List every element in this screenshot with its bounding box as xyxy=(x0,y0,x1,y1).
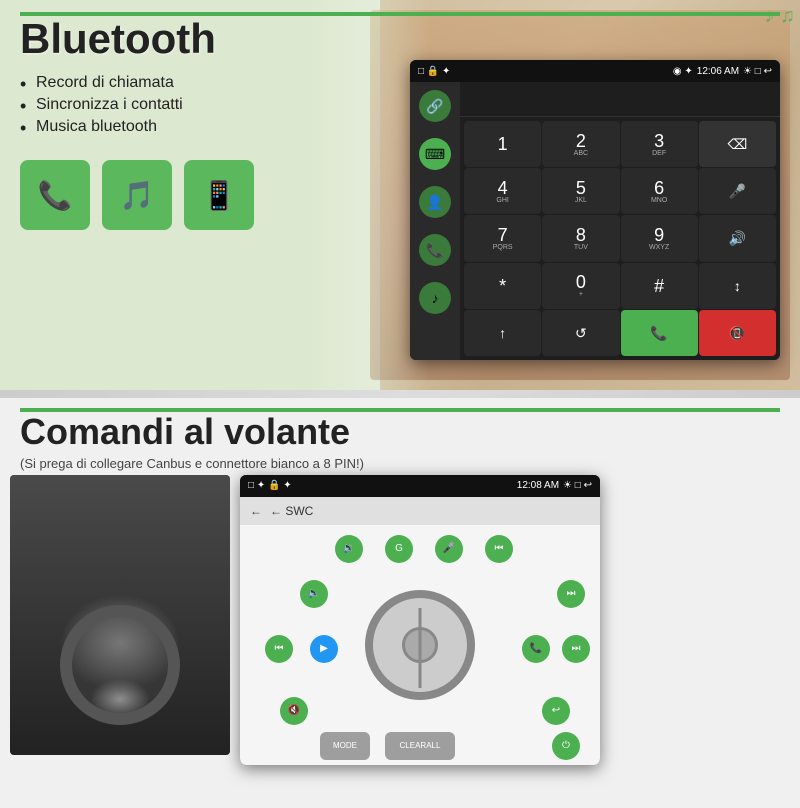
key-del[interactable]: ⌫ xyxy=(699,121,776,167)
status-right-2: 12:08 AM ☀ □ ↩ xyxy=(517,480,592,491)
bt-icon-music[interactable]: 🎵 xyxy=(102,160,172,230)
key-5[interactable]: 5JKL xyxy=(542,168,619,214)
status-icons-right-2: ☀ □ ↩ xyxy=(563,480,592,491)
phone-screen-dialer: □ 🔒 ✦ ◉ ✦ 12:06 AM ☀ □ ↩ 🔗 ⌨ 👤 📞 ♪ 1 2AB… xyxy=(410,60,780,360)
volante-content: □ ✦ 🔒 ✦ 12:08 AM ☀ □ ↩ ← ← SWC 🔉 G xyxy=(0,475,800,765)
sidebar-dialpad[interactable]: ⌨ xyxy=(419,138,451,170)
key-2[interactable]: 2ABC xyxy=(542,121,619,167)
sidebar-contacts[interactable]: 👤 xyxy=(419,186,451,218)
ctrl-next-skip[interactable]: ⏭ xyxy=(557,580,585,608)
swc-content: 🔉 G 🎤 ⏮ 🔈 ⏭ ⏮ ▶ 📞 ⏭ 🔇 ↩ MODE CLEARALL ⏻ xyxy=(240,525,600,765)
key-hash[interactable]: # xyxy=(621,263,698,309)
key-6[interactable]: 6MNO xyxy=(621,168,698,214)
key-3[interactable]: 3DEF xyxy=(621,121,698,167)
key-end-call[interactable]: 📵 xyxy=(699,310,776,356)
dialer-container: 🔗 ⌨ 👤 📞 ♪ 1 2ABC 3DEF ⌫ 4GHI 5JKL 6MNO 🎤… xyxy=(410,82,780,360)
status-time: 12:06 AM xyxy=(697,66,739,77)
key-4[interactable]: 4GHI xyxy=(464,168,541,214)
status-left-2: □ ✦ 🔒 ✦ xyxy=(248,480,292,491)
status-icons-left: □ 🔒 ✦ xyxy=(418,66,450,77)
ctrl-mute[interactable]: 🔇 xyxy=(280,697,308,725)
key-0[interactable]: 0+ xyxy=(542,263,619,309)
ctrl-mode[interactable]: MODE xyxy=(320,732,370,760)
status-icons-right: ☀ □ ↩ xyxy=(743,66,772,77)
status-location: ◉ ✦ xyxy=(673,66,693,77)
ctrl-prev[interactable]: ⏮ xyxy=(485,535,513,563)
volante-title: Comandi al volante xyxy=(20,412,780,452)
ctrl-rewind[interactable]: ⏮ xyxy=(265,635,293,663)
steering-wheel-photo xyxy=(10,475,230,755)
key-1[interactable]: 1 xyxy=(464,121,541,167)
wheel-overlay xyxy=(60,605,180,725)
key-7[interactable]: 7PQRS xyxy=(464,215,541,261)
sidebar-transfer[interactable]: 📞 xyxy=(419,234,451,266)
swc-label: ← SWC xyxy=(270,504,313,518)
ctrl-return[interactable]: ↩ xyxy=(542,697,570,725)
key-call[interactable]: 📞 xyxy=(621,310,698,356)
status-bar-bottom: □ ✦ 🔒 ✦ 12:08 AM ☀ □ ↩ xyxy=(240,475,600,497)
phone-screen-swc: □ ✦ 🔒 ✦ 12:08 AM ☀ □ ↩ ← ← SWC 🔉 G xyxy=(240,475,600,765)
dialer-display xyxy=(460,82,780,117)
volante-header: Comandi al volante xyxy=(0,398,800,452)
status-right: ◉ ✦ 12:06 AM ☀ □ ↩ xyxy=(673,66,772,77)
music-notes-decoration: ♪ ♫ xyxy=(764,5,795,28)
status-left: □ 🔒 ✦ xyxy=(418,66,450,77)
bluetooth-header: Bluetooth xyxy=(0,0,800,62)
ctrl-gps[interactable]: G xyxy=(385,535,413,563)
key-vol[interactable]: 🔊 xyxy=(699,215,776,261)
bt-icon-contact[interactable]: 📱 xyxy=(184,160,254,230)
key-mic[interactable]: 🎤 xyxy=(699,168,776,214)
dialer-sidebar: 🔗 ⌨ 👤 📞 ♪ xyxy=(410,82,460,360)
ctrl-vol-down[interactable]: 🔈 xyxy=(300,580,328,608)
ctrl-clearall[interactable]: CLEARALL xyxy=(385,732,455,760)
bluetooth-title: Bluetooth xyxy=(20,16,780,62)
swc-body: 🔉 G 🎤 ⏮ 🔈 ⏭ ⏮ ▶ 📞 ⏭ 🔇 ↩ MODE CLEARALL ⏻ xyxy=(240,525,600,765)
ctrl-vol-up[interactable]: 🔉 xyxy=(335,535,363,563)
status-icons-left-2: □ ✦ 🔒 ✦ xyxy=(248,480,292,491)
key-8[interactable]: 8TUV xyxy=(542,215,619,261)
sidebar-recent[interactable]: 🔗 xyxy=(419,90,451,122)
keypad-grid: 1 2ABC 3DEF ⌫ 4GHI 5JKL 6MNO 🎤 7PQRS 8TU… xyxy=(460,117,780,360)
key-arrow[interactable]: ↕ xyxy=(699,263,776,309)
ctrl-call[interactable]: 📞 xyxy=(522,635,550,663)
key-up[interactable]: ↑ xyxy=(464,310,541,356)
bluetooth-section: ♪ ♫ Bluetooth Record di chiamata Sincron… xyxy=(0,0,800,390)
key-rotate[interactable]: ↺ xyxy=(542,310,619,356)
key-9[interactable]: 9WXYZ xyxy=(621,215,698,261)
status-time-2: 12:08 AM xyxy=(517,480,559,491)
section-divider xyxy=(0,390,800,398)
ctrl-play[interactable]: ▶ xyxy=(310,635,338,663)
ctrl-ff[interactable]: ⏭ xyxy=(562,635,590,663)
volante-section: Comandi al volante (Si prega di collegar… xyxy=(0,398,800,808)
dialer-main: 1 2ABC 3DEF ⌫ 4GHI 5JKL 6MNO 🎤 7PQRS 8TU… xyxy=(460,82,780,360)
swc-wheel-graphic xyxy=(365,590,475,700)
swc-back-arrow[interactable]: ← xyxy=(250,504,262,518)
key-star[interactable]: * xyxy=(464,263,541,309)
ctrl-mic[interactable]: 🎤 xyxy=(435,535,463,563)
ctrl-power[interactable]: ⏻ xyxy=(552,732,580,760)
volante-subtitle: (Si prega di collegare Canbus e connetto… xyxy=(0,452,800,475)
swc-header: ← ← SWC xyxy=(240,497,600,525)
sidebar-music[interactable]: ♪ xyxy=(419,282,451,314)
bt-icon-phone[interactable]: 📞 xyxy=(20,160,90,230)
status-bar-top: □ 🔒 ✦ ◉ ✦ 12:06 AM ☀ □ ↩ xyxy=(410,60,780,82)
